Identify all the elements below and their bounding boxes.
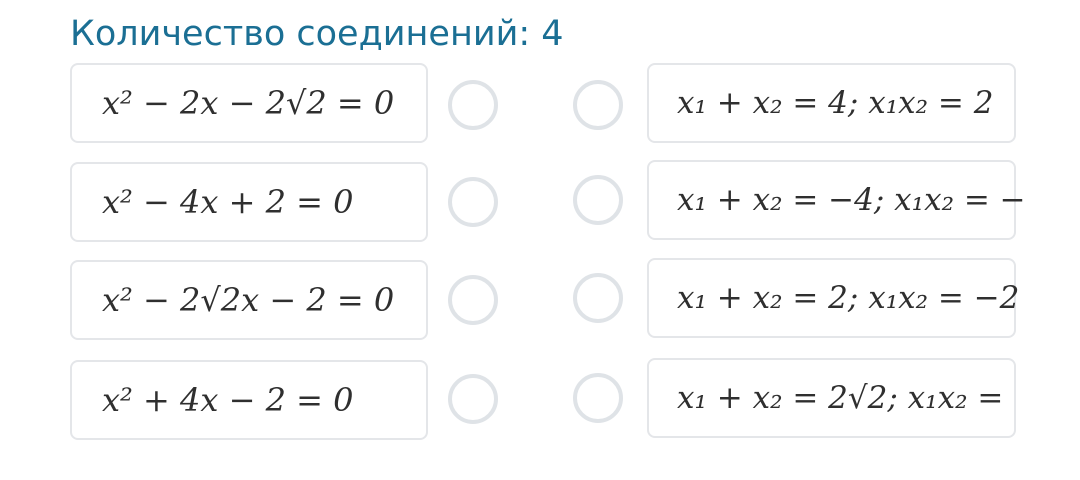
left-equation-card-2[interactable]: x² − 4x + 2 = 0: [70, 162, 428, 242]
left-connector-radio-3[interactable]: [448, 275, 498, 325]
left-connector-radio-4[interactable]: [448, 374, 498, 424]
right-connector-radio-1[interactable]: [573, 80, 623, 130]
left-equation-card-3[interactable]: x² − 2√2x − 2 = 0: [70, 260, 428, 340]
left-equation-text: x² − 2√2x − 2 = 0: [102, 281, 395, 319]
left-connector-radio-2[interactable]: [448, 177, 498, 227]
right-connector-radio-3[interactable]: [573, 273, 623, 323]
right-vieta-text: x₁ + x₂ = 2√2; x₁x₂ =: [677, 380, 1004, 416]
left-equation-text: x² − 2x − 2√2 = 0: [102, 84, 395, 122]
right-connector-radio-4[interactable]: [573, 373, 623, 423]
right-vieta-card-4[interactable]: x₁ + x₂ = 2√2; x₁x₂ =: [647, 358, 1016, 438]
right-vieta-card-2[interactable]: x₁ + x₂ = −4; x₁x₂ = −: [647, 160, 1026, 240]
right-vieta-text: x₁ + x₂ = 2; x₁x₂ = −2: [677, 280, 1020, 316]
right-vieta-text: x₁ + x₂ = −4; x₁x₂ = −: [677, 182, 1026, 218]
right-vieta-card-3[interactable]: x₁ + x₂ = 2; x₁x₂ = −2: [647, 258, 1020, 338]
connections-count-title: Количество соединений: 4: [70, 14, 564, 54]
matching-exercise: Количество соединений: 4 x² − 2x − 2√2 =…: [0, 0, 1080, 480]
right-vieta-card-1[interactable]: x₁ + x₂ = 4; x₁x₂ = 2: [647, 63, 1016, 143]
right-connector-radio-2[interactable]: [573, 175, 623, 225]
right-vieta-text: x₁ + x₂ = 4; x₁x₂ = 2: [677, 85, 994, 121]
left-connector-radio-1[interactable]: [448, 80, 498, 130]
left-equation-card-1[interactable]: x² − 2x − 2√2 = 0: [70, 63, 428, 143]
left-equation-text: x² + 4x − 2 = 0: [102, 381, 354, 419]
left-equation-text: x² − 4x + 2 = 0: [102, 183, 354, 221]
left-equation-card-4[interactable]: x² + 4x − 2 = 0: [70, 360, 428, 440]
